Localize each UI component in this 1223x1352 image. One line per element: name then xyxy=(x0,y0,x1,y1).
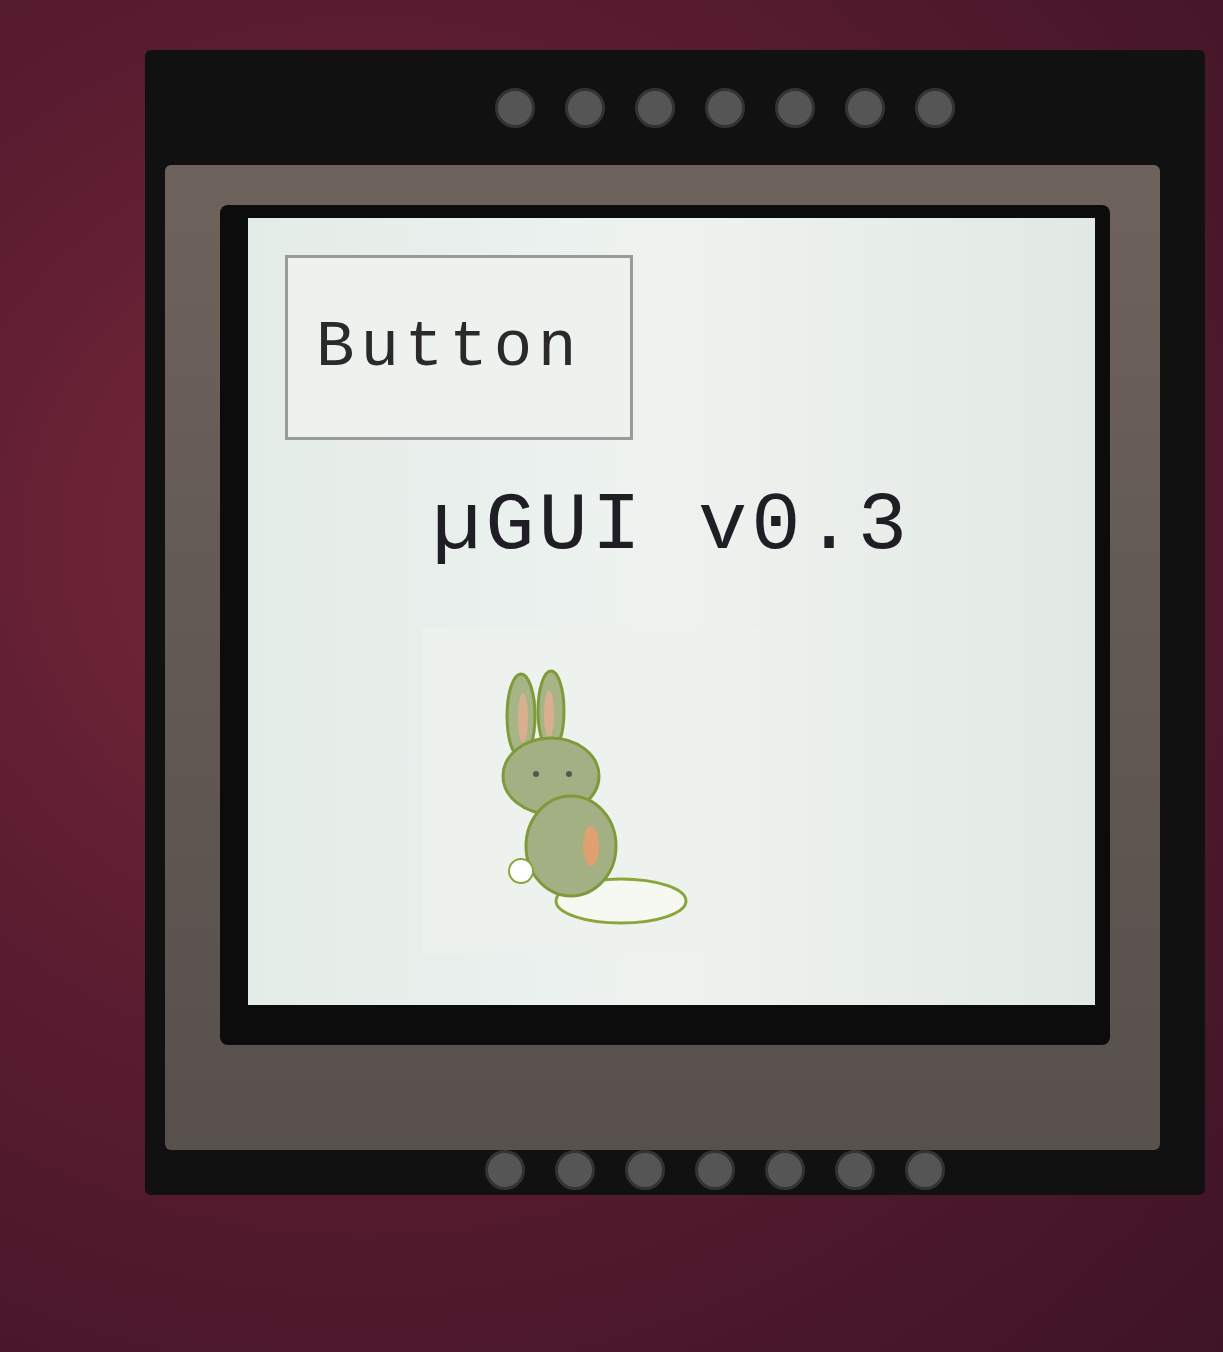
lcd-module: Button µGUI v0.3 xyxy=(145,50,1205,1195)
bunny-icon xyxy=(491,656,691,926)
metal-frame: Button µGUI v0.3 xyxy=(165,165,1160,1150)
bunny-picture xyxy=(422,628,760,953)
bottom-pins xyxy=(145,1150,1205,1195)
button-label[interactable]: Button xyxy=(316,312,582,384)
version-title: µGUI v0.3 xyxy=(285,480,1058,573)
button[interactable]: Button xyxy=(285,255,633,440)
header-pins xyxy=(145,50,1205,165)
lcd-screen: Button µGUI v0.3 xyxy=(248,218,1095,1005)
screen-bezel: Button µGUI v0.3 xyxy=(220,205,1110,1045)
